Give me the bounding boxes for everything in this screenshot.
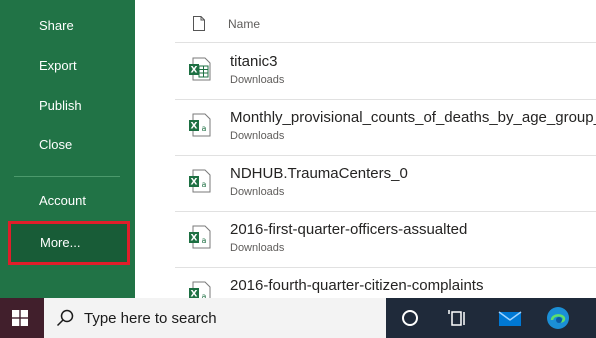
svg-text:a: a: [202, 236, 207, 245]
file-location: Downloads: [230, 186, 285, 198]
svg-text:X: X: [191, 122, 198, 132]
sidebar-item-label: Publish: [39, 98, 82, 113]
file-name: 2016-first-quarter-officers-assualted: [230, 221, 468, 238]
file-name: titanic3: [230, 53, 278, 70]
excel-csv-file-icon: X: [189, 57, 211, 81]
svg-text:a: a: [202, 180, 207, 189]
sidebar-item-close[interactable]: Close: [0, 127, 135, 163]
file-row[interactable]: a X 2016-fourth-quarter-citizen-complain…: [175, 267, 596, 298]
search-icon: [56, 309, 74, 327]
document-icon: [193, 16, 205, 31]
file-name: NDHUB.TraumaCenters_0: [230, 165, 408, 182]
file-location: Downloads: [230, 242, 285, 254]
column-header-name[interactable]: Name: [228, 17, 260, 31]
file-row[interactable]: X titanic3 Downloads: [175, 43, 596, 100]
svg-text:X: X: [191, 66, 198, 76]
file-location: Downloads: [230, 74, 285, 86]
sidebar-item-account[interactable]: Account: [0, 183, 135, 219]
excel-file-icon: a X: [189, 113, 211, 137]
sidebar-item-export[interactable]: Export: [0, 48, 135, 84]
recent-files-panel: Name X titanic3 Downloads a X Monthly_pr…: [135, 0, 596, 298]
sidebar-item-label: More...: [40, 235, 81, 250]
sidebar-item-label: Close: [39, 137, 73, 152]
excel-file-icon: a X: [189, 281, 211, 298]
file-row[interactable]: a X Monthly_provisional_counts_of_deaths…: [175, 99, 596, 156]
file-name: Monthly_provisional_counts_of_deaths_by_…: [230, 109, 596, 126]
svg-text:X: X: [191, 178, 198, 188]
search-placeholder: Type here to search: [84, 310, 217, 327]
sidebar-item-label: Account: [39, 193, 86, 208]
svg-text:X: X: [191, 234, 198, 244]
sidebar-item-share[interactable]: Share: [0, 8, 135, 44]
windows-logo-icon: [12, 310, 28, 326]
task-view-icon[interactable]: [446, 306, 470, 330]
mail-icon[interactable]: [498, 306, 522, 330]
taskbar-search-box[interactable]: Type here to search: [44, 298, 386, 338]
sidebar-item-label: Share: [39, 18, 74, 33]
sidebar-item-publish[interactable]: Publish: [0, 88, 135, 124]
edge-browser-icon[interactable]: [546, 306, 570, 330]
sidebar-item-more[interactable]: More...: [8, 221, 130, 265]
excel-file-icon: a X: [189, 169, 211, 193]
sidebar-item-label: Export: [39, 58, 77, 73]
start-button[interactable]: [0, 298, 44, 338]
file-list-header: Name: [175, 0, 596, 43]
file-row[interactable]: a X 2016-first-quarter-officers-assualte…: [175, 211, 596, 268]
excel-file-icon: a X: [189, 225, 211, 249]
file-location: Downloads: [230, 130, 285, 142]
file-row[interactable]: a X NDHUB.TraumaCenters_0 Downloads: [175, 155, 596, 212]
windows-taskbar: Type here to search: [0, 298, 596, 338]
svg-text:a: a: [202, 124, 207, 133]
file-name: 2016-fourth-quarter-citizen-complaints: [230, 277, 484, 294]
svg-text:X: X: [191, 290, 198, 299]
cortana-icon[interactable]: [398, 306, 422, 330]
sidebar-divider: [14, 176, 120, 177]
backstage-sidebar: Share Export Publish Close Account More.…: [0, 0, 135, 298]
